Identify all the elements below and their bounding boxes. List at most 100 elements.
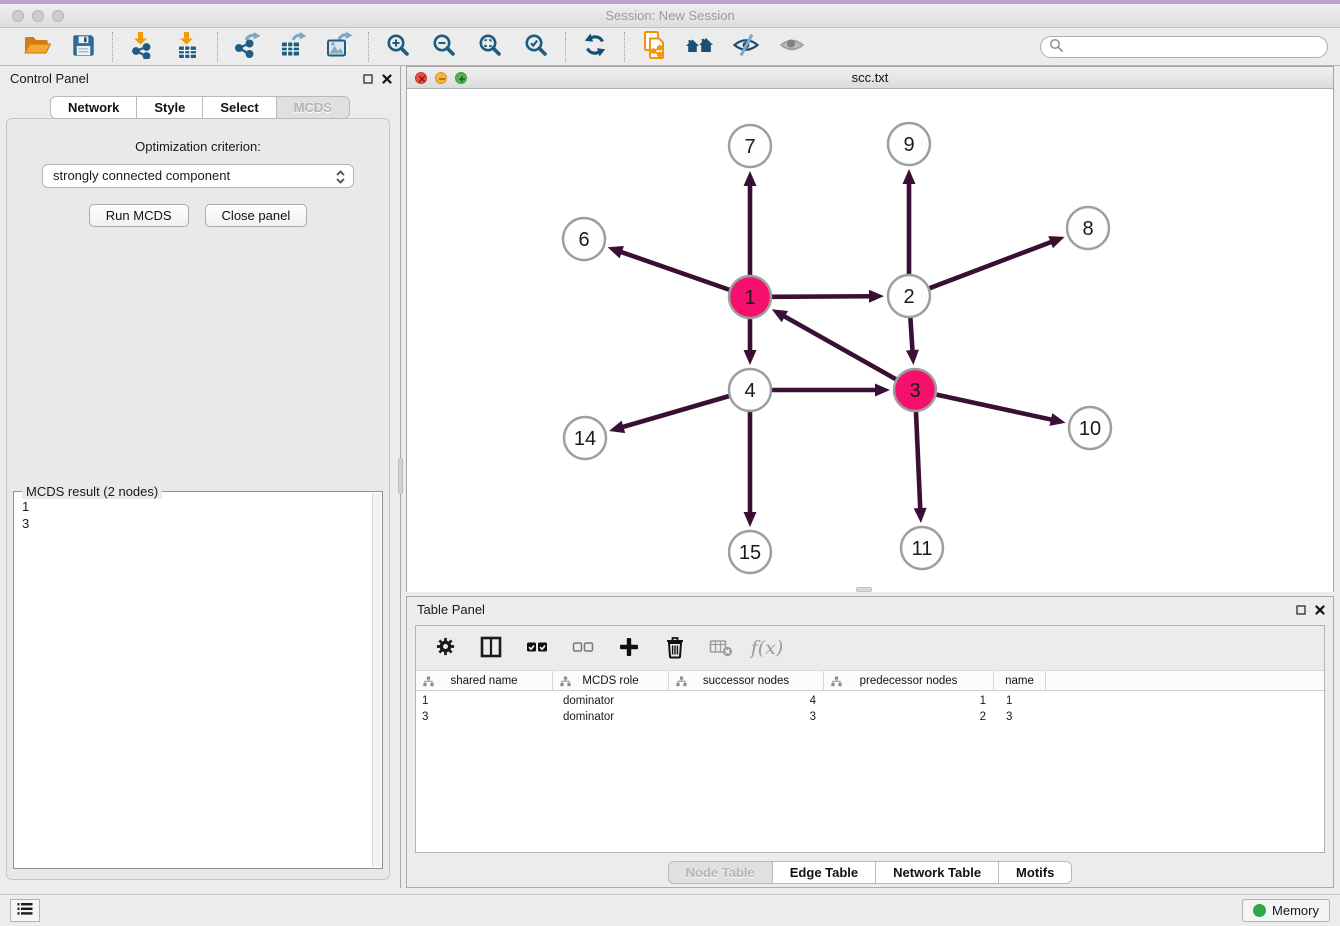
- zoom-selected-button[interactable]: [520, 31, 552, 63]
- criterion-select[interactable]: strongly connected component: [42, 164, 354, 188]
- network-close-button[interactable]: [415, 72, 427, 84]
- deselect-all-columns-button[interactable]: [570, 635, 596, 661]
- network-minimize-button[interactable]: [435, 72, 447, 84]
- cell-shared-name[interactable]: 1: [422, 693, 547, 709]
- first-neighbors-button[interactable]: [684, 31, 716, 63]
- column-header-name[interactable]: name: [994, 671, 1046, 691]
- search-box[interactable]: [1040, 36, 1328, 58]
- show-details-button[interactable]: [776, 31, 808, 63]
- open-session-button[interactable]: [21, 31, 53, 63]
- network-view-titlebar[interactable]: scc.txt: [407, 67, 1333, 89]
- cell-predecessor-nodes[interactable]: 1: [824, 693, 986, 709]
- duplicate-network-button[interactable]: [638, 31, 670, 63]
- refresh-button[interactable]: [579, 31, 611, 63]
- tab-node-table[interactable]: Node Table: [668, 861, 773, 884]
- table-row[interactable]: 1 dominator 4 1 1: [416, 693, 1324, 709]
- refresh-icon: [582, 32, 608, 61]
- float-table-panel-icon[interactable]: [1296, 603, 1306, 618]
- graph-edge-2-3[interactable]: [910, 318, 912, 352]
- network-canvas[interactable]: 7968124314101511: [407, 89, 1333, 592]
- tab-network[interactable]: Network: [50, 96, 137, 119]
- houses-icon: [685, 33, 715, 60]
- tab-style[interactable]: Style: [137, 96, 203, 119]
- panel-splitter-handle[interactable]: [398, 458, 403, 494]
- graph-edge-1-6[interactable]: [620, 252, 729, 290]
- graph-edge-3-1[interactable]: [783, 316, 896, 380]
- cell-mcds-role[interactable]: dominator: [563, 709, 663, 725]
- cell-name[interactable]: 1: [1006, 693, 1046, 709]
- table-row[interactable]: 3 dominator 3 2 3: [416, 709, 1324, 725]
- close-table-panel-icon[interactable]: [1315, 603, 1325, 618]
- cell-name[interactable]: 3: [1006, 709, 1046, 725]
- graph-edge-4-14[interactable]: [621, 396, 728, 427]
- tab-motifs[interactable]: Motifs: [999, 861, 1072, 884]
- column-header-mcds-role[interactable]: MCDS role: [553, 671, 669, 691]
- cell-mcds-role[interactable]: dominator: [563, 693, 663, 709]
- delete-columns-button[interactable]: [662, 635, 688, 661]
- function-builder-button[interactable]: f(x): [754, 635, 780, 661]
- column-header-successor-nodes[interactable]: successor nodes: [669, 671, 824, 691]
- delete-table-button[interactable]: [708, 635, 734, 661]
- tab-edge-table[interactable]: Edge Table: [773, 861, 876, 884]
- split-panel-button[interactable]: [478, 635, 504, 661]
- cell-shared-name[interactable]: 3: [422, 709, 547, 725]
- cell-predecessor-nodes[interactable]: 2: [824, 709, 986, 725]
- zoom-out-button[interactable]: [428, 31, 460, 63]
- mcds-panel: Optimization criterion: strongly connect…: [6, 118, 390, 880]
- graph-edge-3-11[interactable]: [916, 412, 920, 510]
- zoom-out-icon: [431, 32, 457, 61]
- export-table-button[interactable]: [277, 31, 309, 63]
- import-table-button[interactable]: [172, 31, 204, 63]
- close-panel-icon[interactable]: [382, 72, 392, 87]
- select-stepper-icon: [334, 168, 347, 193]
- tab-network-table[interactable]: Network Table: [876, 861, 999, 884]
- search-input[interactable]: [1064, 38, 1327, 56]
- graph-edge-2-8[interactable]: [930, 241, 1053, 288]
- mcds-result-text[interactable]: 1 3: [14, 494, 372, 868]
- create-column-button[interactable]: [616, 635, 642, 661]
- table-panel-title: Table Panel: [417, 602, 485, 617]
- export-image-button[interactable]: [323, 31, 355, 63]
- main-titlebar[interactable]: Session: New Session: [0, 4, 1340, 28]
- save-session-button[interactable]: [67, 31, 99, 63]
- mcds-result-box: MCDS result (2 nodes) 1 3: [13, 491, 383, 869]
- table-settings-button[interactable]: [432, 635, 458, 661]
- network-graph[interactable]: 7968124314101511: [407, 89, 1333, 592]
- tab-mcds[interactable]: MCDS: [277, 96, 350, 119]
- float-panel-icon[interactable]: [363, 72, 373, 87]
- control-panel-tabs: Network Style Select MCDS: [0, 96, 400, 119]
- graph-node-label-9: 9: [903, 134, 914, 156]
- run-mcds-button[interactable]: Run MCDS: [89, 204, 189, 227]
- close-panel-button[interactable]: Close panel: [205, 204, 308, 227]
- open-folder-icon: [23, 33, 51, 60]
- select-all-columns-button[interactable]: [524, 635, 550, 661]
- result-scrollbar[interactable]: [372, 493, 381, 867]
- table-header-row: shared name MCDS role successor nodes pr…: [416, 670, 1324, 691]
- graph-node-label-14: 14: [574, 428, 596, 450]
- graph-edge-arrowhead: [744, 350, 757, 365]
- network-zoom-button[interactable]: [455, 72, 467, 84]
- cell-successor-nodes[interactable]: 3: [669, 709, 816, 725]
- show-task-history-button[interactable]: [10, 899, 40, 922]
- zoom-fit-button[interactable]: [474, 31, 506, 63]
- import-network-button[interactable]: [126, 31, 158, 63]
- graph-node-label-7: 7: [744, 136, 755, 158]
- tab-select[interactable]: Select: [203, 96, 276, 119]
- export-network-button[interactable]: [231, 31, 263, 63]
- zoom-in-button[interactable]: [382, 31, 414, 63]
- graph-node-label-2: 2: [903, 286, 914, 308]
- hide-details-button[interactable]: [730, 31, 762, 63]
- column-header-predecessor-nodes[interactable]: predecessor nodes: [824, 671, 994, 691]
- zoom-in-icon: [385, 32, 411, 61]
- graph-node-label-1: 1: [744, 287, 755, 309]
- node-table: f(x) shared name MCDS role successor nod…: [415, 625, 1325, 853]
- cell-successor-nodes[interactable]: 4: [669, 693, 816, 709]
- graph-edge-1-2[interactable]: [772, 296, 871, 297]
- window-title: Session: New Session: [0, 4, 1340, 28]
- memory-button[interactable]: Memory: [1242, 899, 1330, 922]
- view-splitter-handle[interactable]: [856, 587, 872, 592]
- column-header-shared-name[interactable]: shared name: [416, 671, 553, 691]
- graph-edge-3-10[interactable]: [936, 395, 1052, 420]
- import-network-icon: [129, 31, 155, 62]
- graph-edge-arrowhead: [744, 171, 757, 186]
